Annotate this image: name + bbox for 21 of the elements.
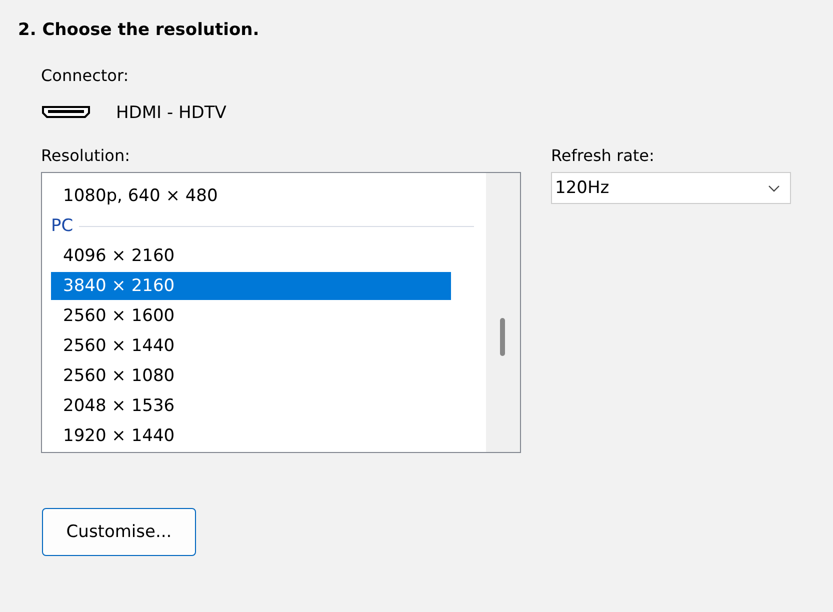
refresh-rate-dropdown[interactable]: 120Hz bbox=[551, 172, 791, 204]
resolution-option[interactable]: 2560 × 1600 bbox=[51, 301, 451, 331]
customise-button[interactable]: Customise... bbox=[42, 508, 196, 556]
resolution-option[interactable]: 3840 × 2160 bbox=[51, 272, 451, 300]
scrollbar-thumb[interactable] bbox=[500, 318, 505, 356]
section-heading: 2. Choose the resolution. bbox=[18, 20, 260, 42]
connector-label: Connector: bbox=[41, 66, 130, 87]
resolution-option[interactable]: 2560 × 1080 bbox=[51, 361, 451, 391]
hdmi-port-icon bbox=[42, 106, 90, 120]
resolution-option[interactable]: 1920 × 1440 bbox=[51, 421, 451, 451]
refresh-rate-label: Refresh rate: bbox=[551, 146, 656, 167]
connector-name: HDMI - HDTV bbox=[116, 103, 226, 123]
resolution-list[interactable]: 1080p, 640 × 480 PC 4096 × 2160 3840 × 2160 2560 × 1600 2560 × 1440 2560 × 1080 2048 × 1536 1920 × 1440 bbox=[41, 172, 521, 453]
resolution-option[interactable]: 1080p, 640 × 480 bbox=[51, 181, 451, 211]
group-header: PC bbox=[51, 216, 74, 236]
resolution-option[interactable]: 2560 × 1440 bbox=[51, 331, 451, 361]
resolution-option[interactable]: 2048 × 1536 bbox=[51, 391, 451, 421]
resolution-option[interactable]: 4096 × 2160 bbox=[51, 241, 451, 271]
chevron-down-icon bbox=[768, 184, 780, 192]
resolution-label: Resolution: bbox=[41, 146, 131, 167]
scrollbar[interactable] bbox=[486, 173, 520, 452]
